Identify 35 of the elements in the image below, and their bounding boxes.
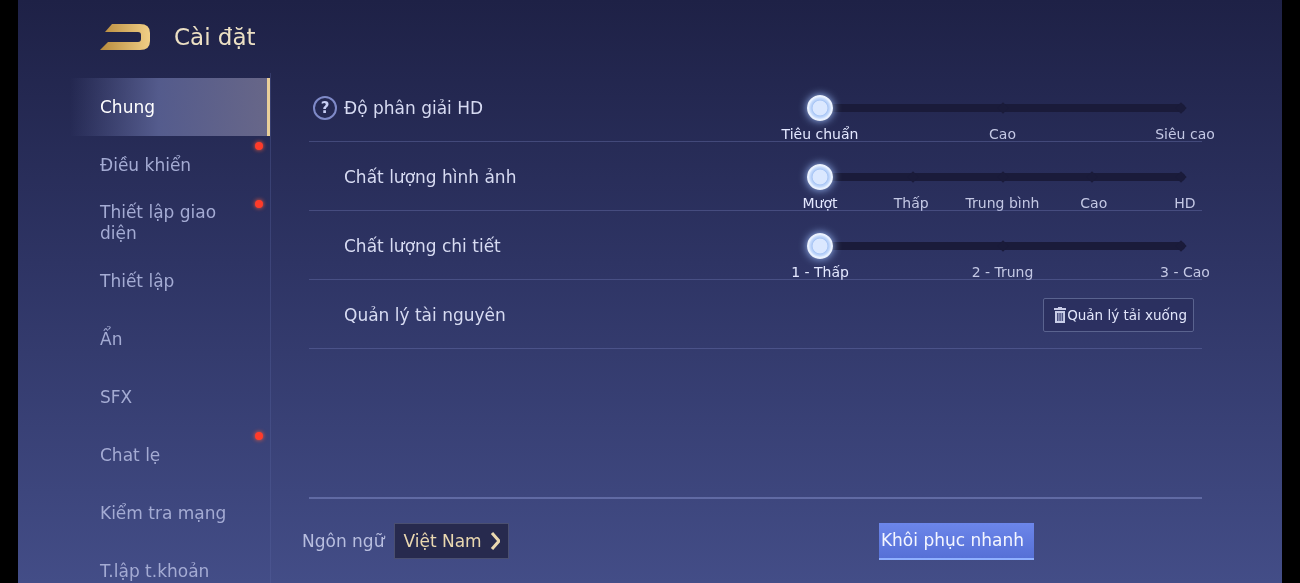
slider-option-label[interactable]: Cao [911,126,1094,142]
trash-icon [1054,306,1067,323]
slider-option-label[interactable]: Mượt [774,195,866,211]
slider-thumb[interactable] [807,164,833,190]
setting-label: Chất lượng chi tiết [344,235,501,256]
slider-thumb[interactable] [807,95,833,121]
help-icon[interactable]: ? [313,95,337,120]
sidebar-item[interactable]: Thiết lập [70,252,270,310]
slider-thumb[interactable] [807,233,833,259]
sidebar-item[interactable]: Điều khiển [70,136,270,194]
slider-option-label[interactable]: 2 - Trung [911,264,1094,280]
slider-option-label[interactable]: Tiêu chuẩn [728,126,912,142]
quick-restore-button[interactable]: Khôi phục nhanh [878,522,1034,560]
slider-option-label[interactable]: 3 - Cao [1093,264,1277,280]
sidebar-item[interactable]: Ẩn [70,310,270,368]
setting-label: Độ phân giải HD [344,97,484,118]
back-icon[interactable] [100,23,150,50]
slider-option-label[interactable]: HD [1139,195,1231,211]
slider-option-label[interactable]: Cao [1048,195,1140,211]
chevron-right-icon [489,532,500,550]
page-title: Cài đặt [174,23,256,50]
slider-option-label[interactable]: 1 - Thấp [728,264,912,280]
download-manager-button[interactable]: Quản lý tải xuống [1043,297,1194,332]
slider-option-label[interactable]: Thấp [865,195,957,211]
slider-option-label[interactable]: Siêu cao [1093,126,1277,142]
sidebar-item[interactable]: T.lập t.khoản [70,542,270,583]
slider-option-label[interactable]: Trung bình [956,195,1049,211]
sidebar-item[interactable]: Thiết lập giao diện [70,194,270,252]
sidebar-item[interactable]: Kiểm tra mạng [70,484,270,542]
language-label: Ngôn ngữ [302,531,385,551]
language-selector[interactable]: Việt Nam [394,523,509,559]
sidebar-item[interactable]: Chat lẹ [70,426,270,484]
sidebar-item[interactable]: SFX [70,368,270,426]
setting-label: Chất lượng hình ảnh [344,166,517,187]
setting-label: Quản lý tài nguyên [344,304,506,325]
